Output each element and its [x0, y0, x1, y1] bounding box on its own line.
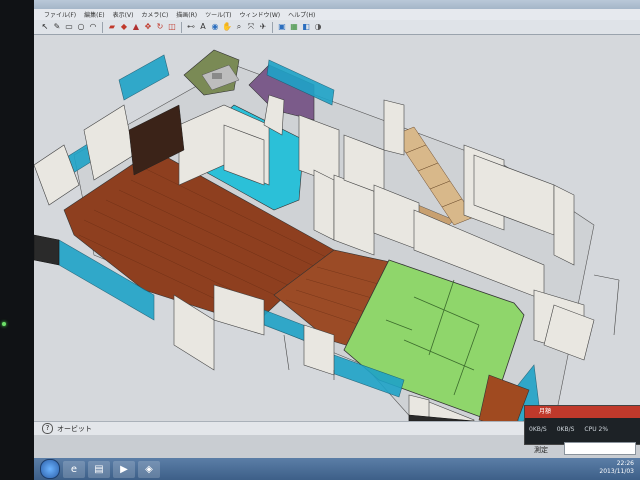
rotate-icon[interactable]: ↻	[155, 22, 165, 32]
rectangle-icon[interactable]: ▭	[64, 22, 74, 32]
menu-camera[interactable]: カメラ(C)	[141, 10, 168, 19]
title-bar[interactable]	[34, 0, 640, 9]
status-hint: オービット	[57, 424, 92, 433]
upload-speed: 0KB/S	[556, 426, 575, 433]
zoom-extents-icon[interactable]: ⤧	[246, 22, 256, 32]
measurements-input[interactable]	[564, 442, 636, 455]
media-taskbar-icon[interactable]: ▶	[113, 460, 135, 478]
system-clock[interactable]: 22:26 2013/11/03	[599, 460, 634, 476]
pan-icon[interactable]: ✋	[222, 22, 232, 32]
section-icon[interactable]: ◧	[301, 22, 311, 32]
push-pull-icon[interactable]: ▲	[131, 22, 141, 32]
toolbar-separator	[272, 21, 273, 33]
line-pencil-icon[interactable]: ✎	[52, 22, 62, 32]
menu-help[interactable]: ヘルプ(H)	[288, 10, 315, 19]
monitor-bezel: ファイル(F) 編集(E) 表示(V) カメラ(C) 描画(R) ツール(T) …	[0, 0, 640, 480]
menu-draw[interactable]: 描画(R)	[176, 10, 197, 19]
clock-time: 22:26	[616, 460, 634, 467]
circle-icon[interactable]: ○	[76, 22, 86, 32]
start-button[interactable]	[40, 459, 60, 479]
power-led-icon	[2, 322, 6, 326]
paint-bucket-icon[interactable]: ◆	[119, 22, 129, 32]
arc-icon[interactable]: ◠	[88, 22, 98, 32]
help-icon[interactable]: ?	[42, 423, 53, 434]
shadow-icon[interactable]: ◑	[313, 22, 323, 32]
network-monitor-widget: 月額 0KB/S 0KB/S CPU 2%	[524, 405, 640, 445]
tape-measure-icon[interactable]: ⊷	[186, 22, 196, 32]
explorer-taskbar-icon[interactable]: ▤	[88, 460, 110, 478]
eraser-icon[interactable]: ▰	[107, 22, 117, 32]
download-speed: 0KB/S	[529, 426, 547, 433]
toolbar-separator	[181, 21, 182, 33]
menu-window[interactable]: ウィンドウ(W)	[240, 10, 281, 19]
menu-view[interactable]: 表示(V)	[113, 10, 134, 19]
model-viewport[interactable]	[34, 35, 640, 421]
text-icon[interactable]: A	[198, 22, 208, 32]
move-icon[interactable]: ✥	[143, 22, 153, 32]
offset-icon[interactable]: ◫	[167, 22, 177, 32]
component-icon[interactable]: ▣	[277, 22, 287, 32]
orbit-icon[interactable]: ◉	[210, 22, 220, 32]
sketchup-taskbar-icon[interactable]: ◈	[138, 460, 160, 478]
walk-icon[interactable]: ✈	[258, 22, 268, 32]
menu-file[interactable]: ファイル(F)	[44, 10, 76, 19]
zoom-icon[interactable]: ⌕	[234, 22, 244, 32]
group-icon[interactable]: ▦	[289, 22, 299, 32]
menu-edit[interactable]: 編集(E)	[84, 10, 104, 19]
menu-tools[interactable]: ツール(T)	[205, 10, 231, 19]
screen: ファイル(F) 編集(E) 表示(V) カメラ(C) 描画(R) ツール(T) …	[34, 0, 640, 480]
menu-bar: ファイル(F) 編集(E) 表示(V) カメラ(C) 描画(R) ツール(T) …	[34, 9, 640, 20]
toolbar-separator	[102, 21, 103, 33]
clock-date: 2013/11/03	[599, 468, 634, 475]
ie-taskbar-icon[interactable]: e	[63, 460, 85, 478]
measurements-label: 測定	[534, 446, 548, 454]
select-arrow-icon[interactable]: ↖	[40, 22, 50, 32]
toolbar: ↖ ✎ ▭ ○ ◠ ▰ ◆ ▲ ✥ ↻ ◫ ⊷ A ◉ ✋ ⌕ ⤧ ✈ ▣ ▦ ◧ ◑	[34, 20, 640, 35]
taskbar: e ▤ ▶ ◈ 22:26 2013/11/03	[34, 458, 640, 480]
floor-plan-model[interactable]	[34, 35, 640, 421]
cpu-usage: CPU 2%	[584, 426, 609, 433]
network-monitor-title: 月額	[525, 406, 640, 418]
